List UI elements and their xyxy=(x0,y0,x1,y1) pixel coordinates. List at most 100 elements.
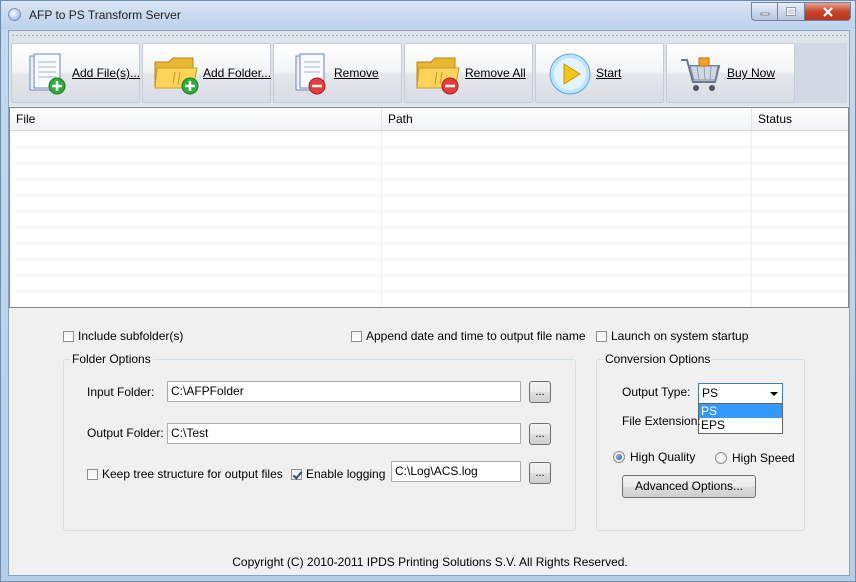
conversion-options-group: Conversion Options Output Type: PS PS EP… xyxy=(596,352,805,531)
keep-tree-checkbox[interactable]: Keep tree structure for output files xyxy=(87,467,283,481)
list-row-empty xyxy=(10,259,848,276)
shopping-cart-icon xyxy=(681,57,721,91)
launch-startup-box[interactable] xyxy=(596,330,607,342)
list-row-empty xyxy=(10,227,848,244)
play-icon xyxy=(549,53,591,95)
chevron-down-icon xyxy=(770,392,778,396)
remove-all-button[interactable]: Remove All xyxy=(404,43,533,103)
add-folder-icon xyxy=(154,57,199,95)
output-folder-browse-button[interactable]: ... xyxy=(529,423,551,445)
toolbar: Add File(s)... Add Folder... Remove Remo… xyxy=(9,31,849,106)
append-datetime-label: Append date and time to output file name xyxy=(366,329,586,343)
high-quality-dot[interactable] xyxy=(613,451,625,463)
add-files-button[interactable]: Add File(s)... xyxy=(11,43,140,103)
row-separator xyxy=(381,195,382,211)
row-separator xyxy=(751,131,752,147)
add-folder-label: Add Folder... xyxy=(203,66,272,80)
add-folder-button[interactable]: Add Folder... xyxy=(142,43,271,103)
add-file-icon xyxy=(29,53,66,95)
list-row-empty xyxy=(10,275,848,292)
row-separator xyxy=(381,131,382,147)
file-list-header: File Path Status xyxy=(10,108,848,131)
options-panel: Include subfolder(s) Append date and tim… xyxy=(9,309,849,575)
keep-tree-box[interactable] xyxy=(87,468,98,480)
row-separator xyxy=(381,259,382,275)
enable-logging-label: Enable logging xyxy=(306,467,386,481)
list-row-empty xyxy=(10,131,848,148)
high-speed-radio[interactable]: High Speed xyxy=(715,451,795,465)
minimize-button[interactable] xyxy=(751,2,778,21)
buy-now-label: Buy Now xyxy=(727,66,776,80)
title-bar[interactable]: AFP to PS Transform Server xyxy=(1,1,855,29)
include-subfolders-label: Include subfolder(s) xyxy=(78,329,184,343)
close-icon xyxy=(822,6,833,17)
include-subfolders-box[interactable] xyxy=(63,330,74,342)
maximize-button[interactable] xyxy=(778,2,805,21)
buy-now-button[interactable]: Buy Now xyxy=(666,43,795,103)
app-icon xyxy=(8,8,21,21)
include-subfolders-checkbox[interactable]: Include subfolder(s) xyxy=(63,329,183,343)
column-status[interactable]: Status xyxy=(752,108,848,130)
row-separator xyxy=(381,275,382,291)
list-row-empty xyxy=(10,147,848,164)
row-separator xyxy=(381,163,382,179)
remove-file-icon xyxy=(295,53,326,95)
log-file-field[interactable]: C:\Log\ACS.log xyxy=(391,461,521,482)
row-separator xyxy=(381,291,382,307)
folder-options-group: Folder Options Input Folder: C:\AFPFolde… xyxy=(63,352,576,531)
enable-logging-checkbox[interactable]: Enable logging xyxy=(291,467,385,481)
close-button[interactable] xyxy=(805,2,851,21)
remove-all-label: Remove All xyxy=(465,66,526,80)
high-quality-radio[interactable]: High Quality xyxy=(613,450,695,464)
high-speed-label: High Speed xyxy=(732,451,795,465)
row-separator xyxy=(751,211,752,227)
row-separator xyxy=(381,211,382,227)
output-type-option-eps[interactable]: EPS xyxy=(699,418,782,432)
append-datetime-box[interactable] xyxy=(351,330,362,342)
output-type-option-ps[interactable]: PS xyxy=(699,404,782,418)
output-type-dropdown[interactable]: PS xyxy=(698,383,783,404)
list-row-empty xyxy=(10,163,848,180)
list-row-empty xyxy=(10,243,848,260)
append-datetime-checkbox[interactable]: Append date and time to output file name xyxy=(351,329,586,343)
row-separator xyxy=(751,147,752,163)
advanced-options-button[interactable]: Advanced Options... xyxy=(622,475,756,498)
toolbar-grip xyxy=(11,34,847,37)
start-button[interactable]: Start xyxy=(535,43,664,103)
list-row-empty xyxy=(10,179,848,196)
output-folder-label: Output Folder: xyxy=(87,426,164,440)
row-separator xyxy=(381,179,382,195)
window-title: AFP to PS Transform Server xyxy=(29,8,181,22)
remove-label: Remove xyxy=(334,66,379,80)
column-file[interactable]: File xyxy=(10,108,382,130)
output-folder-field[interactable]: C:\Test xyxy=(167,423,521,444)
row-separator xyxy=(751,275,752,291)
input-folder-browse-button[interactable]: ... xyxy=(529,381,551,403)
folder-options-title: Folder Options xyxy=(70,352,153,366)
row-separator xyxy=(751,163,752,179)
output-type-value: PS xyxy=(702,386,719,400)
keep-tree-label: Keep tree structure for output files xyxy=(102,467,283,481)
output-type-label: Output Type: xyxy=(622,385,691,399)
caption-buttons xyxy=(751,2,851,21)
minimize-icon xyxy=(760,12,769,15)
launch-startup-label: Launch on system startup xyxy=(611,329,749,343)
row-separator xyxy=(381,227,382,243)
launch-startup-checkbox[interactable]: Launch on system startup xyxy=(596,329,748,343)
row-separator xyxy=(381,243,382,259)
copyright-text: Copyright (C) 2010-2011 IPDS Printing So… xyxy=(232,555,628,569)
list-row-empty xyxy=(10,291,848,307)
enable-logging-box[interactable] xyxy=(291,468,302,480)
client-area: Add File(s)... Add Folder... Remove Remo… xyxy=(8,30,850,576)
input-folder-field[interactable]: C:\AFPFolder xyxy=(167,381,521,402)
log-file-browse-button[interactable]: ... xyxy=(529,462,551,484)
file-list[interactable]: File Path Status xyxy=(9,107,849,308)
remove-button[interactable]: Remove xyxy=(273,43,402,103)
high-speed-dot[interactable] xyxy=(715,452,727,464)
start-label: Start xyxy=(596,66,622,80)
input-folder-label: Input Folder: xyxy=(87,385,155,399)
output-type-options-list[interactable]: PS EPS xyxy=(698,403,783,434)
list-row-empty xyxy=(10,195,848,212)
column-path[interactable]: Path xyxy=(382,108,752,130)
row-separator xyxy=(751,179,752,195)
